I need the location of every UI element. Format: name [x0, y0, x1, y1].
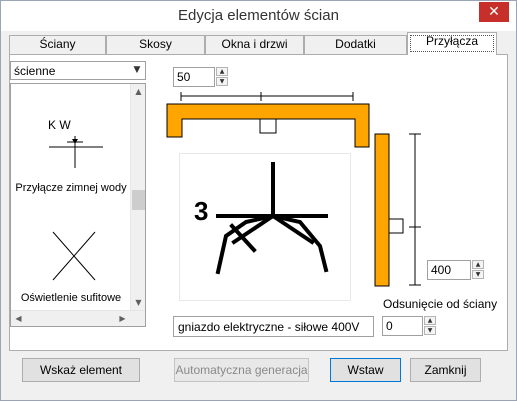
symbol-preview: 3: [179, 153, 351, 301]
list-horizontal-scrollbar[interactable]: ◀ ▶: [11, 310, 145, 326]
preview-symbol-text: 3: [194, 196, 208, 226]
scroll-up-icon[interactable]: ▲: [131, 84, 145, 99]
height-decrease-icon[interactable]: ▼: [472, 270, 484, 279]
offset-decrease-icon[interactable]: ▼: [424, 326, 436, 335]
offset-spinner[interactable]: 0: [382, 316, 423, 336]
list-vertical-scrollbar[interactable]: ▲ ▼: [130, 84, 145, 310]
list-item-label: Oświetlenie sufitowe: [20, 292, 122, 304]
window-title: Edycja elementów ścian: [178, 7, 339, 24]
insert-button[interactable]: Wstaw: [330, 358, 401, 382]
width-increase-icon[interactable]: ▲: [216, 67, 228, 76]
scroll-down-icon[interactable]: ▼: [131, 295, 145, 310]
power-socket-400v-icon: 3: [194, 162, 329, 275]
close-window-button[interactable]: ✕: [479, 2, 509, 22]
element-name-field[interactable]: gniazdo elektryczne - siłowe 400V: [173, 316, 374, 337]
offset-increase-icon[interactable]: ▲: [424, 316, 436, 325]
tab-skosy[interactable]: Skosy: [106, 35, 205, 54]
tab-okna-i-drzwi[interactable]: Okna i drzwi: [205, 35, 304, 54]
offset-value: 0: [386, 319, 393, 333]
tab-bar: Ściany Skosy Okna i drzwi Dodatki Przyłą…: [9, 32, 509, 55]
height-value: 400: [431, 263, 452, 277]
show-element-button[interactable]: Wskaż element: [22, 358, 140, 382]
ceiling-light-symbol-icon: [52, 231, 96, 281]
chevron-down-icon[interactable]: ▼: [129, 62, 145, 79]
offset-label: Odsunięcie od ściany: [383, 297, 498, 311]
scroll-right-icon[interactable]: ▶: [115, 311, 130, 326]
tab-dodatki[interactable]: Dodatki: [304, 35, 407, 54]
height-spinner[interactable]: 400: [427, 260, 471, 280]
list-item[interactable]: K W Przyłącze zimnej wody: [11, 110, 131, 200]
auto-generate-button[interactable]: Automatyczna generacja: [174, 358, 309, 382]
list-item[interactable]: Oświetlenie sufitowe: [11, 224, 131, 306]
width-value: 50: [177, 70, 191, 84]
close-button[interactable]: Zamknij: [410, 358, 481, 382]
tab-przylacza[interactable]: Przyłącza: [407, 32, 497, 55]
list-item-label: Przyłącze zimnej wody: [15, 182, 127, 194]
element-name-value: gniazdo elektryczne - siłowe 400V: [178, 320, 360, 334]
scroll-thumb[interactable]: [132, 190, 145, 210]
element-list[interactable]: K W Przyłącze zimnej wody Oświetlenie su…: [10, 83, 146, 327]
category-select[interactable]: ścienne ▼: [10, 61, 146, 80]
scroll-left-icon[interactable]: ◀: [11, 311, 26, 326]
cold-water-symbol-icon: K W: [48, 118, 103, 168]
dialog-window: Edycja elementów ścian ✕ Ściany Skosy Ok…: [0, 0, 517, 401]
cold-water-icon-text: K W: [48, 118, 71, 132]
width-spinner[interactable]: 50: [173, 67, 215, 87]
title-bar: Edycja elementów ścian ✕: [1, 1, 516, 31]
tab-sciany[interactable]: Ściany: [9, 35, 106, 54]
height-increase-icon[interactable]: ▲: [472, 260, 484, 269]
category-select-value: ścienne: [14, 64, 56, 78]
width-decrease-icon[interactable]: ▼: [216, 77, 228, 86]
